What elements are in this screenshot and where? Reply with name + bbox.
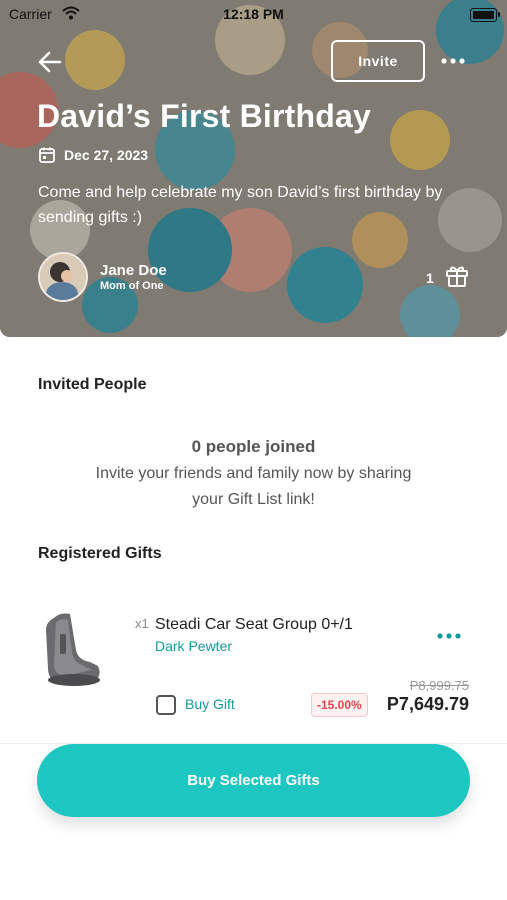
invited-people-heading: Invited People	[38, 376, 147, 393]
gift-count: 1	[426, 270, 434, 286]
status-time: 12:18 PM	[223, 6, 284, 22]
battery-icon	[470, 8, 500, 22]
avatar	[38, 252, 88, 302]
sale-price: P7,649.79	[386, 694, 469, 714]
discount-badge: -15.00%	[311, 693, 368, 717]
buy-gift-checkbox[interactable]	[156, 695, 176, 715]
more-options-icon[interactable]	[440, 55, 466, 67]
gift-item: x1 Steadi Car Seat Group 0+/1 Dark Pewte…	[0, 600, 507, 740]
host-info: Jane Doe Mom of One	[38, 252, 167, 302]
event-title: David’s First Birthday	[37, 98, 371, 134]
invited-empty-state: 0 people joined Invite your friends and …	[0, 437, 507, 513]
original-price: P8,999.75	[409, 678, 469, 693]
status-bar: Carrier 12:18 PM	[0, 0, 507, 28]
buy-gift-label[interactable]: Buy Gift	[185, 696, 235, 712]
gift-more-options-icon[interactable]	[436, 630, 462, 642]
gift-variant: Dark Pewter	[155, 638, 233, 654]
event-hero: Carrier 12:18 PM Invite David’s First Bi…	[0, 0, 507, 337]
host-role: Mom of One	[100, 280, 164, 292]
event-date-row: Dec 27, 2023	[38, 146, 148, 164]
event-date: Dec 27, 2023	[64, 147, 149, 163]
host-name: Jane Doe	[100, 262, 167, 279]
buy-selected-gifts-button[interactable]: Buy Selected Gifts	[37, 744, 470, 817]
empty-state-subtitle: Invite your friends and family now by sh…	[95, 465, 412, 508]
gift-quantity: x1	[135, 616, 149, 631]
back-arrow-icon[interactable]	[36, 48, 64, 76]
car-seat-product-image	[46, 613, 100, 686]
gift-icon[interactable]	[444, 262, 470, 288]
invite-button[interactable]: Invite	[331, 40, 425, 82]
event-description: Come and help celebrate my son David’s f…	[38, 184, 443, 226]
empty-state-title: 0 people joined	[191, 437, 316, 456]
calendar-icon	[39, 147, 55, 163]
registered-gifts-heading: Registered Gifts	[38, 545, 162, 562]
gift-name: Steadi Car Seat Group 0+/1	[155, 616, 353, 633]
